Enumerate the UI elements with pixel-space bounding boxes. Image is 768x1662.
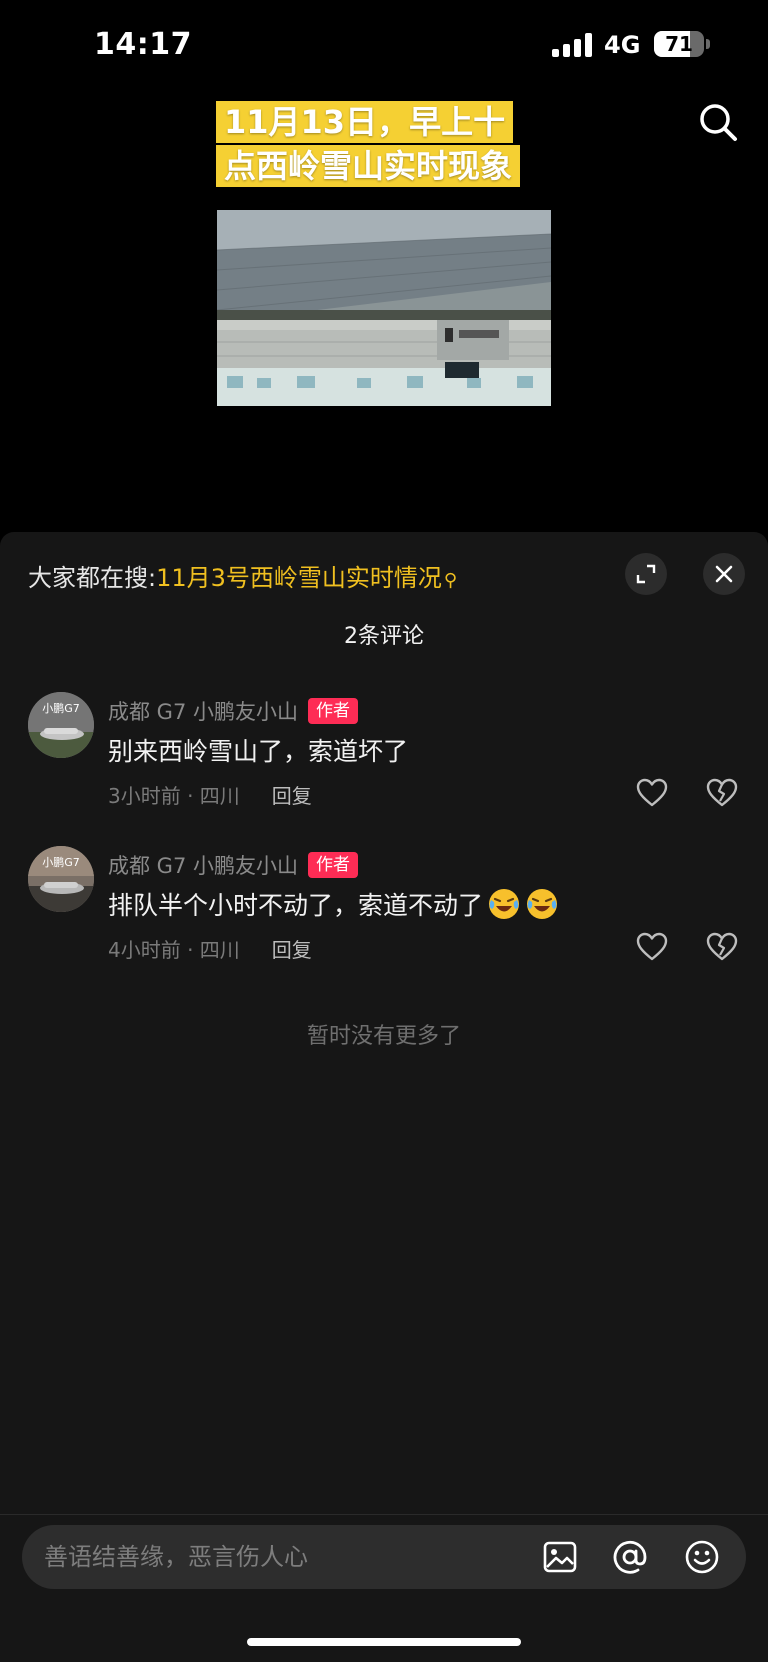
dislike-icon[interactable] [706,778,738,808]
comment-meta: 4小时前 · 四川 回复 [108,934,312,963]
building-image [217,210,551,406]
trending-keyword[interactable]: 11月3号西岭雪山实时情况 [156,564,442,592]
avatar[interactable]: 小鹏G7 [28,692,94,758]
comment-time-location: 3小时前 · 四川 [108,784,240,808]
avatar[interactable]: 小鹏G7 [28,846,94,912]
network-type: 4G [604,31,641,59]
reply-button[interactable]: 回复 [272,934,312,963]
status-bar: 14:17 4G 71 [0,0,768,90]
battery-icon: 71 [654,31,704,57]
emoji-icon[interactable] [684,1539,720,1575]
comment-input[interactable] [44,1525,524,1589]
comment-text-content: 排队半个小时不动了，索道不动了 [108,891,484,920]
close-icon [715,565,733,583]
author-badge: 作者 [307,698,358,724]
trending-label: 大家都在搜: [28,564,157,592]
video-frame[interactable] [217,210,551,406]
author-name[interactable]: 成都 G7 小鹏友小山 [108,696,298,726]
comment-text[interactable]: 排队半个小时不动了，索道不动了 [108,886,559,922]
comment-input-bar [22,1525,746,1589]
comment-panel: 大家都在搜:11月3号西岭雪山实时情况 ⚲ 2条评论 小鹏G7 成都 G7 小鹏友… [0,532,768,1662]
comment-time-location: 4小时前 · 四川 [108,938,240,962]
comment-item: 小鹏G7 成都 G7 小鹏友小山 作者 排队半个小时不动了，索道不动了 4小时前… [0,846,768,976]
comment-count: 2条评论 [344,624,424,649]
expand-icon [636,564,656,584]
no-more-comments: 暂时没有更多了 [306,1024,461,1049]
comment-text[interactable]: 别来西岭雪山了，索道坏了 [108,732,408,768]
like-icon[interactable] [636,932,668,962]
signal-icon [552,33,594,57]
laughing-crying-emoji-icon [489,889,520,919]
author-row: 成都 G7 小鹏友小山 作者 [108,850,358,880]
comment-text-content: 别来西岭雪山了，索道坏了 [108,737,409,766]
image-icon[interactable] [542,1539,578,1575]
comment-meta: 3小时前 · 四川 回复 [108,780,312,809]
like-icon[interactable] [636,778,668,808]
author-row: 成都 G7 小鹏友小山 作者 [108,696,358,726]
mention-icon[interactable] [612,1539,648,1575]
video-title-text: 11月13日，早上十点西岭雪山实时现象 [216,101,521,187]
status-time: 14:17 [94,27,192,62]
comment-item: 小鹏G7 成都 G7 小鹏友小山 作者 别来西岭雪山了，索道坏了 3小时前 · … [0,692,768,822]
avatar-text: 小鹏G7 [42,702,80,715]
battery-tip [706,39,710,49]
trending-search[interactable]: 大家都在搜:11月3号西岭雪山实时情况 ⚲ [28,558,457,593]
battery-level: 71 [665,32,693,56]
search-icon[interactable] [696,100,740,144]
divider [0,1514,768,1515]
home-indicator[interactable] [247,1638,521,1646]
close-button[interactable] [703,553,745,595]
video-title: 11月13日，早上十点西岭雪山实时现象 [216,100,536,188]
author-name[interactable]: 成都 G7 小鹏友小山 [108,850,298,880]
author-badge: 作者 [307,852,358,878]
reply-button[interactable]: 回复 [272,780,312,809]
trending-search-icon: ⚲ [443,570,458,591]
avatar-text: 小鹏G7 [42,856,80,869]
expand-button[interactable] [625,553,667,595]
laughing-crying-emoji-icon [527,889,558,919]
dislike-icon[interactable] [706,932,738,962]
